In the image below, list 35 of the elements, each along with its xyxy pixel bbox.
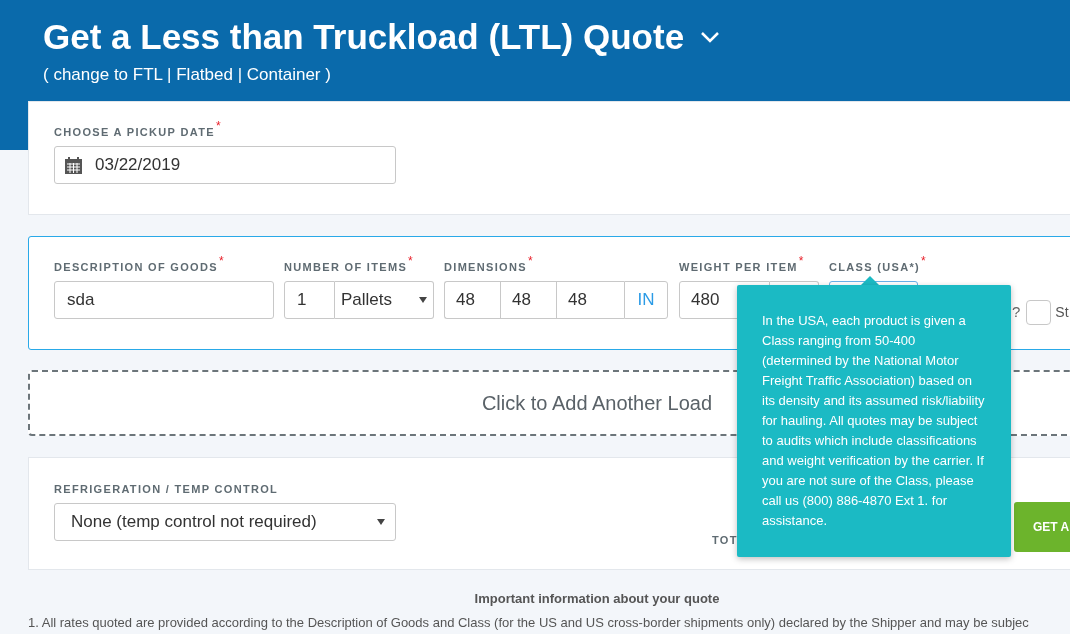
caret-icon: [419, 297, 427, 303]
info-note: 1. All rates quoted are provided according to the Description of Goods and Class (for the US and US cross-border shipments only) declared by the Shipper and may be subjec: [28, 615, 1030, 631]
checkbox-label: St: [1055, 302, 1069, 322]
required-mark: *: [921, 256, 926, 266]
description-field[interactable]: sda: [54, 281, 274, 319]
unit-select[interactable]: Pallets: [335, 281, 434, 319]
class-tooltip: In the USA, each product is given a Class ranging from 50-400 (determined by the National Motor Freight Traffic Association) based on its density and its assumed risk/liability for hauling. All quotes may be subject to audits which include classifications and weight verification by the carrier. If you are not sure of the Class, please call us (800) 886-4870 Ext 1. for assistance.: [737, 285, 1011, 557]
help-mark: ?: [1012, 301, 1021, 322]
mode-links[interactable]: ( change to FTL | Flatbed | Container ): [43, 62, 1070, 88]
total-label: TOT: [712, 533, 739, 546]
item-count-field[interactable]: 1: [284, 281, 335, 319]
required-mark: *: [527, 256, 533, 266]
items-label: NUMBER OF ITEMS: [284, 261, 408, 275]
page-title: Get a Less than Truckload (LTL) Quote: [43, 16, 685, 58]
required-mark: *: [215, 121, 221, 131]
class-label: CLASS (USA*): [829, 260, 920, 275]
caret-icon: [377, 519, 385, 525]
weight-label: WEIGHT PER ITEM: [679, 260, 798, 275]
refrigeration-label: REFRIGERATION / TEMP CONTROL: [54, 482, 279, 497]
chevron-down-icon[interactable]: [700, 31, 721, 43]
dimension-field[interactable]: 48: [556, 281, 624, 319]
required-mark: *: [408, 256, 413, 266]
required-mark: *: [798, 256, 804, 266]
checkbox[interactable]: [1026, 299, 1052, 325]
pickup-date-label: CHOOSE A PICKUP DATE: [54, 125, 215, 140]
dimension-field[interactable]: 48: [444, 281, 500, 319]
tooltip-pointer: [861, 276, 879, 285]
info-title: Important information about your quote: [473, 591, 721, 607]
refrigeration-select[interactable]: None (temp control not required): [54, 503, 396, 541]
description-label: DESCRIPTION OF GOODS: [54, 260, 218, 275]
required-mark: *: [218, 256, 224, 266]
calendar-icon: [65, 156, 82, 174]
date-field[interactable]: 03/22/2019: [54, 146, 396, 184]
dimensions-label: DIMENSIONS: [444, 260, 527, 275]
dimension-field[interactable]: 48: [500, 281, 556, 319]
